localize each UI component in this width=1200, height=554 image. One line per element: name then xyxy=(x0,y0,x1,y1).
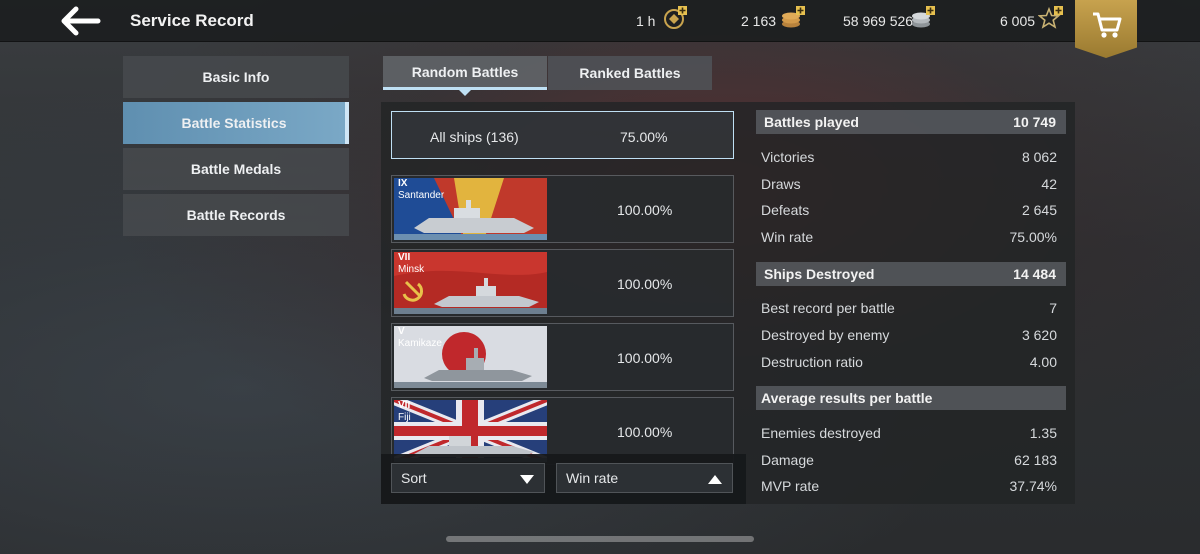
stat-value: 37.74% xyxy=(1009,478,1057,494)
menu-item-battle-statistics[interactable]: Battle Statistics xyxy=(123,102,349,144)
stat-row: MVP rate 37.74% xyxy=(761,478,1057,494)
stat-label: Win rate xyxy=(761,229,814,245)
tab-random-battles[interactable]: Random Battles xyxy=(383,56,547,90)
ship-tier: VII xyxy=(398,400,411,411)
stat-value: 1.35 xyxy=(1029,425,1057,441)
stat-header-label: Average results per battle xyxy=(761,390,933,406)
chevron-up-icon xyxy=(708,475,722,484)
stat-value: 2 645 xyxy=(1021,202,1057,218)
back-button[interactable] xyxy=(58,5,104,37)
stat-row: Victories 8 062 xyxy=(761,149,1057,165)
active-tab-pointer xyxy=(459,90,471,96)
stat-label: Best record per battle xyxy=(761,300,895,316)
stat-label: Victories xyxy=(761,149,815,165)
shop-button[interactable] xyxy=(1075,0,1137,58)
ship-win-rate: 100.00% xyxy=(617,350,673,366)
ship-win-rate: 100.00% xyxy=(617,202,673,218)
stat-header-label: Ships Destroyed xyxy=(764,266,875,282)
stat-header-value: 14 484 xyxy=(1013,266,1056,282)
stat-value: 62 183 xyxy=(1014,452,1057,468)
stat-row: Win rate 75.00% xyxy=(761,229,1057,245)
ship-minsk-image xyxy=(394,252,547,314)
sort-value: Win rate xyxy=(566,470,619,486)
ship-row[interactable]: V Kamikaze 100.00% xyxy=(391,323,734,391)
stat-label: Damage xyxy=(761,452,814,468)
back-arrow-icon xyxy=(61,6,101,36)
ship-santander-image xyxy=(394,178,547,240)
all-ships-label: All ships (136) xyxy=(430,129,519,145)
stat-row: Destroyed by enemy 3 620 xyxy=(761,327,1057,343)
stat-label: Enemies destroyed xyxy=(761,425,881,441)
stat-header-label: Battles played xyxy=(764,114,859,130)
menu-item-label: Battle Medals xyxy=(190,161,282,177)
all-ships-value: 75.00% xyxy=(620,129,668,145)
stat-value: 4.00 xyxy=(1029,354,1057,370)
page-title: Service Record xyxy=(130,11,254,30)
stat-value: 8 062 xyxy=(1021,149,1057,165)
stat-label: MVP rate xyxy=(761,478,820,494)
ship-kamikaze-image xyxy=(394,326,547,388)
stat-value: 75.00% xyxy=(1009,229,1057,245)
premium-time-value: 1 h xyxy=(636,13,656,29)
home-indicator[interactable] xyxy=(446,536,754,542)
stat-label: Destruction ratio xyxy=(761,354,863,370)
all-ships-row[interactable]: All ships (136) 75.00% xyxy=(391,111,734,159)
menu-item-label: Basic Info xyxy=(202,69,270,85)
ship-name: Fiji xyxy=(398,412,411,423)
menu-item-battle-medals[interactable]: Battle Medals xyxy=(123,148,349,190)
sort-dropdown[interactable]: Sort xyxy=(391,463,545,493)
premium-time-icon[interactable] xyxy=(662,5,688,31)
cart-icon xyxy=(1093,12,1122,38)
stat-header-average: Average results per battle xyxy=(756,386,1066,410)
ship-tier: IX xyxy=(398,178,408,189)
ship-row[interactable]: IX Santander 100.00% xyxy=(391,175,734,243)
tab-ranked-battles[interactable]: Ranked Battles xyxy=(548,56,712,90)
menu-item-basic-info[interactable]: Basic Info xyxy=(123,56,349,98)
ship-name: Santander xyxy=(398,190,445,201)
top-bar: Service Record 1 h 2 163 58 969 526 6 00… xyxy=(0,0,1200,42)
stat-value: 3 620 xyxy=(1021,327,1057,343)
free-xp-value: 6 005 xyxy=(1000,13,1036,29)
ship-row[interactable]: VII Minsk 100.00% xyxy=(391,249,734,317)
tab-label: Ranked Battles xyxy=(579,65,681,81)
doubloons-icon[interactable] xyxy=(780,5,806,31)
menu-item-label: Battle Statistics xyxy=(181,115,287,131)
free-xp-icon[interactable] xyxy=(1038,5,1064,31)
stat-value: 42 xyxy=(1041,176,1057,192)
chevron-down-icon xyxy=(520,475,534,484)
ship-win-rate: 100.00% xyxy=(617,276,673,292)
stat-label: Defeats xyxy=(761,202,810,218)
stat-header-destroyed: Ships Destroyed 14 484 xyxy=(756,262,1066,286)
ship-tier: V xyxy=(398,326,405,337)
tab-label: Random Battles xyxy=(411,63,519,80)
stat-row: Draws 42 xyxy=(761,176,1057,192)
stat-row: Destruction ratio 4.00 xyxy=(761,354,1057,370)
sort-label: Sort xyxy=(401,470,427,486)
credits-value: 58 969 526 xyxy=(843,13,914,29)
menu-item-label: Battle Records xyxy=(186,207,286,223)
doubloons-value: 2 163 xyxy=(741,13,777,29)
credits-icon[interactable] xyxy=(910,5,936,31)
stat-header-battles: Battles played 10 749 xyxy=(756,110,1066,134)
stat-row: Best record per battle 7 xyxy=(761,300,1057,316)
stat-value: 7 xyxy=(1049,300,1057,316)
stat-label: Draws xyxy=(761,176,801,192)
stat-row: Enemies destroyed 1.35 xyxy=(761,425,1057,441)
stat-row: Defeats 2 645 xyxy=(761,202,1057,218)
ship-win-rate: 100.00% xyxy=(617,424,673,440)
menu-item-battle-records[interactable]: Battle Records xyxy=(123,194,349,236)
sort-order-dropdown[interactable]: Win rate xyxy=(556,463,733,493)
stat-header-value: 10 749 xyxy=(1013,114,1056,130)
ship-name: Minsk xyxy=(398,264,425,275)
ship-tier: VII xyxy=(398,252,411,263)
ship-name: Kamikaze xyxy=(398,338,442,349)
stat-row: Damage 62 183 xyxy=(761,452,1057,468)
ship-fiji-image xyxy=(394,400,547,462)
stat-label: Destroyed by enemy xyxy=(761,327,890,343)
